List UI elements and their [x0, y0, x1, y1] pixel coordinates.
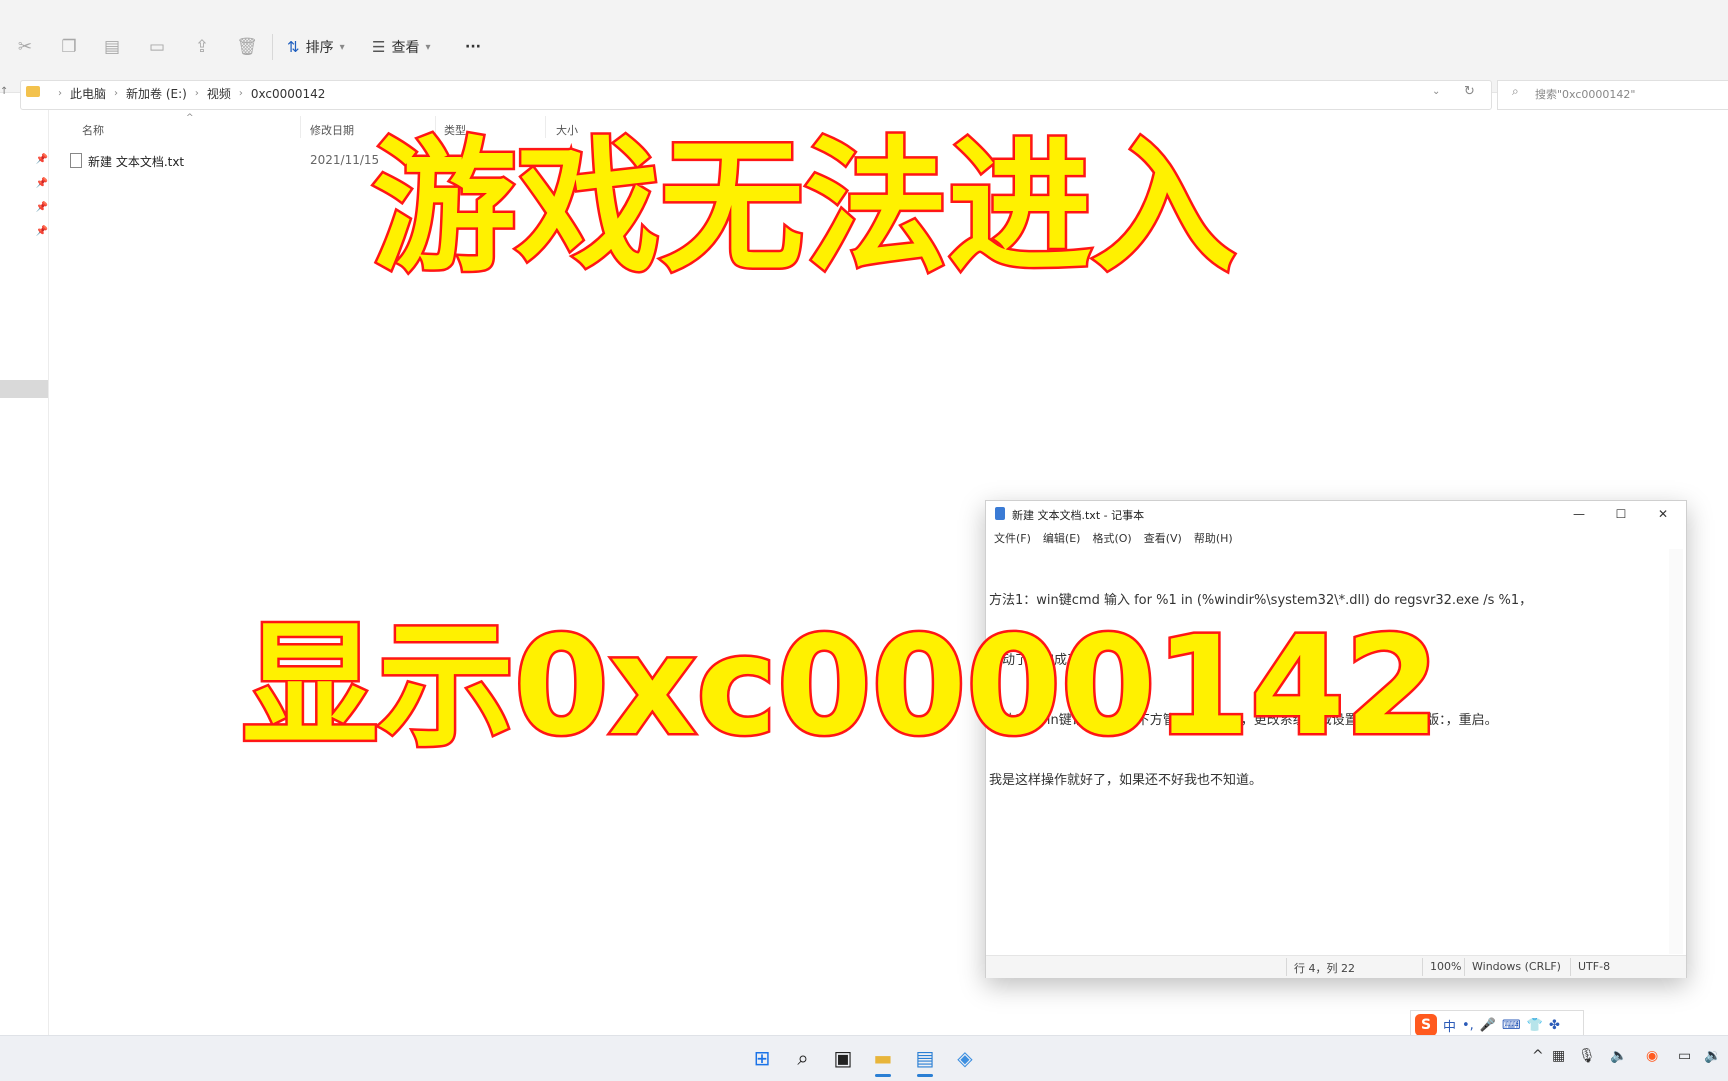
line-ending: Windows (CRLF) [1472, 960, 1561, 973]
menu-format[interactable]: 格式(O) [1092, 530, 1131, 546]
menu-help[interactable]: 帮助(H) [1194, 530, 1233, 546]
delete-icon[interactable]: 🗑 [236, 36, 258, 58]
paste-icon[interactable]: ▤ [101, 36, 123, 58]
navigation-pane [0, 110, 49, 1035]
close-button[interactable]: ✕ [1648, 504, 1678, 524]
chevron-down-icon: ▾ [425, 41, 431, 53]
task-view-icon[interactable]: ▣ [828, 1044, 858, 1072]
chevron-right-icon: › [58, 88, 62, 99]
history-dropdown-icon[interactable]: ⌄ [1432, 86, 1440, 97]
chevron-right-icon: › [194, 88, 199, 99]
view-icon: ☰ [372, 38, 386, 56]
pin-icon[interactable]: 📌 [35, 154, 49, 165]
search-icon: ⌕ [1512, 84, 1519, 98]
view-button[interactable]: ☰ 查看 ▾ [372, 34, 430, 60]
encoding: UTF-8 [1578, 960, 1611, 973]
sort-icon: ⇅ [287, 38, 300, 56]
taskbar [0, 1035, 1728, 1081]
menu-view[interactable]: 查看(V) [1144, 530, 1182, 546]
menu-file[interactable]: 文件(F) [994, 530, 1031, 546]
breadcrumb-item[interactable]: 此电脑 [70, 85, 106, 102]
pin-icon[interactable]: 📌 [35, 178, 49, 189]
nav-selected-item[interactable] [0, 380, 48, 398]
app-icon[interactable]: ◈ [950, 1044, 980, 1072]
column-header-date[interactable]: 修改日期 [310, 122, 354, 138]
cut-icon[interactable]: ✂ [14, 36, 36, 58]
chevron-up-icon[interactable]: ^ [1532, 1048, 1544, 1064]
punctuation-icon[interactable]: •, [1462, 1018, 1474, 1033]
chevron-right-icon: › [238, 88, 243, 99]
notification-icon[interactable]: ▭ [1678, 1048, 1691, 1064]
skin-icon[interactable]: 👕 [1527, 1018, 1543, 1033]
sort-button[interactable]: ⇅ 排序 ▾ [287, 34, 345, 60]
network-icon[interactable]: ▦ [1552, 1048, 1565, 1064]
keyboard-icon[interactable]: ⌨ [1502, 1018, 1521, 1033]
toolbar-divider [272, 34, 273, 60]
text-file-icon [70, 153, 82, 168]
active-indicator [917, 1074, 933, 1077]
more-button[interactable]: ··· [465, 34, 481, 60]
view-label: 查看 [391, 40, 420, 56]
speaker-icon[interactable]: 🔉 [1704, 1048, 1721, 1064]
notepad-statusbar: 行 4，列 22 100% Windows (CRLF) UTF-8 [986, 955, 1686, 978]
column-divider[interactable] [300, 116, 301, 138]
copy-icon[interactable]: ❐ [58, 36, 80, 58]
start-icon[interactable]: ⊞ [747, 1044, 777, 1072]
breadcrumb: › 此电脑 › 新加卷 (E:) › 视频 › 0xc0000142 [58, 85, 325, 102]
zoom-level: 100% [1430, 960, 1462, 973]
folder-icon [26, 86, 40, 97]
ime-mode[interactable]: 中 [1443, 1016, 1456, 1035]
chevron-right-icon: › [114, 88, 119, 99]
up-arrow-icon[interactable]: ↑ [0, 86, 8, 97]
pin-icon[interactable]: 📌 [35, 226, 49, 237]
toolbox-icon[interactable]: ✤ [1549, 1018, 1560, 1033]
breadcrumb-item[interactable]: 新加卷 (E:) [126, 85, 187, 102]
refresh-icon[interactable]: ↻ [1464, 84, 1475, 99]
column-header-name[interactable]: 名称 [82, 122, 104, 138]
active-indicator [875, 1074, 891, 1077]
notepad-title: 新建 文本文档.txt - 记事本 [1012, 509, 1145, 522]
microphone-tray-icon[interactable]: 🎙 [1578, 1048, 1596, 1064]
file-name[interactable]: 新建 文本文档.txt [88, 153, 184, 170]
overlay-title-bottom: 显示0xc0000142 [239, 608, 1441, 766]
volume-icon[interactable]: 🔈 [1610, 1048, 1627, 1064]
pin-icon[interactable]: 📌 [35, 202, 49, 213]
notepad-icon [995, 507, 1005, 520]
overlay-title-top: 游戏无法进入 [369, 123, 1238, 291]
search-icon[interactable]: ⌕ [788, 1044, 818, 1072]
file-date: 2021/11/15 [310, 153, 380, 167]
chevron-down-icon: ▾ [339, 41, 345, 53]
breadcrumb-item[interactable]: 视频 [207, 85, 231, 102]
notepad-taskbar-icon[interactable]: ▤ [910, 1044, 940, 1072]
cursor-position: 行 4，列 22 [1294, 962, 1355, 975]
text-line: 我是这样操作就好了，如果还不好我也不知道。 [989, 773, 1263, 788]
vertical-scrollbar[interactable] [1669, 549, 1683, 954]
rename-icon[interactable]: ▭ [146, 36, 168, 58]
app-tray-icon[interactable]: ◉ [1646, 1048, 1658, 1064]
breadcrumb-item[interactable]: 0xc0000142 [251, 87, 326, 101]
maximize-button[interactable]: ☐ [1606, 504, 1636, 524]
menu-edit[interactable]: 编辑(E) [1043, 530, 1081, 546]
search-placeholder: 搜索"0xc0000142" [1535, 88, 1636, 101]
microphone-icon[interactable]: 🎤 [1480, 1018, 1496, 1033]
share-icon[interactable]: ⇪ [191, 36, 213, 58]
sort-up-icon: ^ [186, 113, 194, 123]
file-explorer-icon[interactable]: ▬ [868, 1044, 898, 1072]
sort-label: 排序 [305, 40, 334, 56]
notepad-menubar: 文件(F) 编辑(E) 格式(O) 查看(V) 帮助(H) [994, 530, 1233, 546]
ime-logo: S [1415, 1014, 1437, 1036]
minimize-button[interactable]: — [1564, 504, 1594, 524]
